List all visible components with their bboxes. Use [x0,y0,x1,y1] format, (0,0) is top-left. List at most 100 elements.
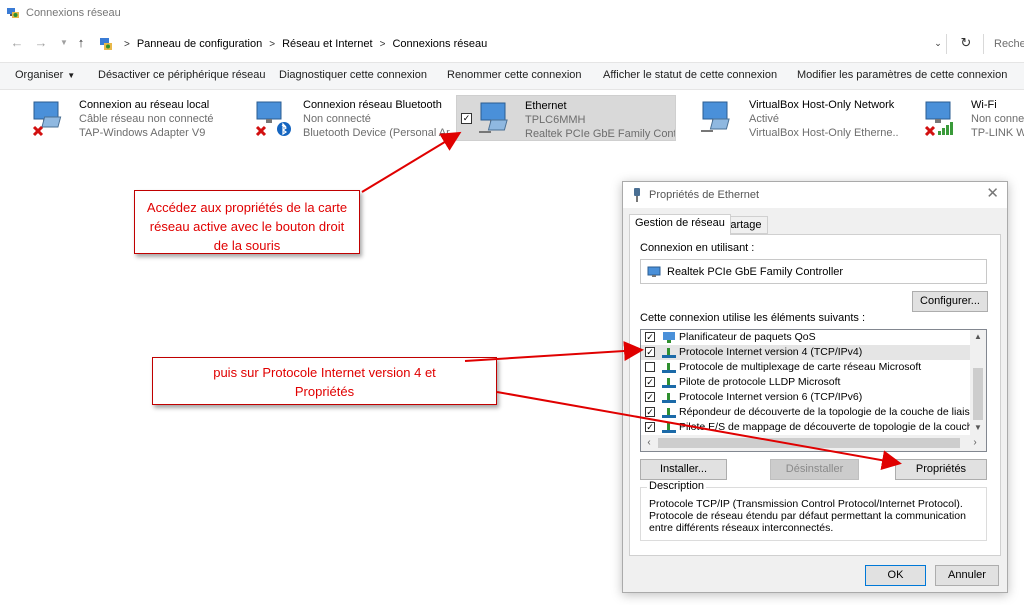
item-checkbox[interactable]: ✓ [645,407,655,417]
list-item[interactable]: ✓ Protocole Internet version 6 (TCP/IPv6… [641,390,971,405]
tab-networking[interactable]: Gestion de réseau [629,214,731,235]
scroll-thumb[interactable] [973,368,983,420]
protocol-icon [662,363,676,373]
connection-device: TAP-Windows Adapter V9 [79,127,206,139]
uninstall-button[interactable]: Désinstaller [770,459,859,480]
breadcrumb-separator-icon: > [379,38,386,50]
list-item[interactable]: ✓ Pilote E/S de mappage de découverte de… [641,420,971,435]
protocol-icon [662,423,676,433]
connection-item-wifi[interactable]: Wi-Fi Non conne TP-LINK Wi [922,95,1024,141]
properties-button[interactable]: Propriétés [895,459,987,480]
network-folder-icon [7,8,19,18]
organize-menu[interactable]: Organiser ▼ [15,69,75,81]
network-card-icon [647,266,661,277]
recent-locations-chevron-icon[interactable]: ▼ [56,35,72,51]
item-label: Pilote de protocole LLDP Microsoft [679,376,841,388]
vertical-scrollbar[interactable]: ▲ ▼ [970,330,986,435]
connection-status: TPLC6MMH [525,114,586,126]
items-label: Cette connexion utilise les éléments sui… [640,312,866,324]
item-checkbox[interactable]: ✓ [645,377,655,387]
item-label: Pilote E/S de mappage de découverte de t… [679,421,971,433]
address-divider [946,34,947,54]
adapter-field: Realtek PCIe GbE Family Controller [640,259,987,284]
close-icon[interactable]: ✕ [986,186,999,202]
bluetooth-adapter-icon [255,101,291,137]
protocol-icon [662,348,676,358]
item-label: Répondeur de découverte de la topologie … [679,406,971,418]
connection-name: Connexion réseau Bluetooth [303,99,442,111]
ethernet-adapter-icon [479,102,508,133]
breadcrumb-control-panel[interactable]: Panneau de configuration [137,38,262,50]
connection-name: VirtualBox Host-Only Network [749,99,895,111]
virtualbox-adapter-icon [701,101,730,132]
connection-status: Activé [749,113,779,125]
control-panel-icon [100,38,112,50]
connection-item-ethernet[interactable]: ✓ Ethernet TPLC6MMH Realtek PCIe GbE Fam… [456,95,676,141]
breadcrumb-separator-icon: > [124,38,130,50]
scroll-thumb[interactable] [658,438,960,448]
description-legend: Description [647,480,707,492]
connection-name: Ethernet [525,100,567,112]
description-group: Description Protocole TCP/IP (Transmissi… [640,480,987,541]
list-item[interactable]: ✓ Planificateur de paquets QoS [641,330,971,345]
screenshot-root: Connexions réseau ← → ▼ ↑ > Panneau de c… [0,0,1024,605]
connection-name: Wi-Fi [971,99,997,111]
scroll-right-icon[interactable]: › [967,435,983,451]
connect-using-label: Connexion en utilisant : [640,242,755,254]
connection-item-bluetooth[interactable]: Connexion réseau Bluetooth Non connecté … [253,95,453,141]
components-list[interactable]: ✓ Planificateur de paquets QoS ✓ Protoco… [640,329,987,452]
address-bar[interactable]: > Panneau de configuration > Réseau et I… [94,32,930,56]
install-button[interactable]: Installer... [640,459,727,480]
address-dropdown-chevron-icon[interactable]: ⌄ [931,36,945,50]
item-checkbox[interactable]: ✓ [461,113,472,124]
breadcrumb-network-connections[interactable]: Connexions réseau [392,38,487,50]
item-checkbox[interactable]: ✓ [645,422,655,432]
list-item[interactable]: ✓ Pilote de protocole LLDP Microsoft [641,375,971,390]
connection-item-virtualbox[interactable]: VirtualBox Host-Only Network Activé Virt… [699,95,899,141]
search-divider [983,34,984,54]
item-checkbox[interactable]: ✓ [645,392,655,402]
horizontal-scrollbar[interactable]: ‹ › [641,435,986,451]
connection-name: Connexion au réseau local [79,99,210,111]
up-arrow-icon[interactable]: ↑ [73,35,89,51]
cancel-button[interactable]: Annuler [935,565,999,586]
connection-item-local[interactable]: Connexion au réseau local Câble réseau n… [30,95,230,141]
window-title: Connexions réseau [26,7,121,19]
scroll-up-icon[interactable]: ▲ [970,330,986,344]
connection-device: Bluetooth Device (Personal Ar... [303,127,453,139]
connection-device: VirtualBox Host-Only Etherne... [749,127,899,139]
networking-tab-panel: Connexion en utilisant : Realtek PCIe Gb… [629,234,1001,556]
breadcrumb-network-internet[interactable]: Réseau et Internet [282,38,373,50]
dialog-title: Propriétés de Ethernet [649,189,760,201]
forward-arrow-icon[interactable]: → [33,35,49,51]
item-checkbox[interactable] [645,362,655,372]
item-checkbox[interactable]: ✓ [645,347,655,357]
connection-status: Câble réseau non connecté [79,113,214,125]
rename-button[interactable]: Renommer cette connexion [447,69,582,81]
scroll-left-icon[interactable]: ‹ [641,435,657,451]
change-settings-button[interactable]: Modifier les paramètres de cette connexi… [797,69,1007,81]
protocol-icon [662,393,676,403]
description-text: Protocole TCP/IP (Transmission Control P… [649,498,966,534]
list-item[interactable]: Protocole de multiplexage de carte résea… [641,360,971,375]
item-label: Protocole Internet version 4 (TCP/IPv4) [679,346,863,358]
view-status-button[interactable]: Afficher le statut de cette connexion [603,69,777,81]
scroll-down-icon[interactable]: ▼ [970,421,986,435]
list-item[interactable]: ✓ Répondeur de découverte de la topologi… [641,405,971,420]
disable-device-button[interactable]: Désactiver ce périphérique réseau [98,69,266,81]
configure-button[interactable]: Configurer... [912,291,988,312]
diagnose-button[interactable]: Diagnostiquer cette connexion [279,69,427,81]
ok-button[interactable]: OK [865,565,926,586]
back-arrow-icon[interactable]: ← [9,35,25,51]
search-input[interactable]: Reche [990,32,1024,56]
wifi-adapter-icon [924,101,953,137]
refresh-icon[interactable]: ↻ [957,34,975,52]
connection-status: Non conne [971,113,1024,125]
list-item[interactable]: ✓ Protocole Internet version 4 (TCP/IPv4… [641,345,971,360]
callout-properties-hint: Accédez aux propriétés de la carte résea… [134,190,360,254]
navigation-bar: ← → ▼ ↑ > Panneau de configuration > Rés… [0,30,1024,58]
item-label: Protocole Internet version 6 (TCP/IPv6) [679,391,863,403]
network-cable-icon [634,188,640,202]
item-checkbox[interactable]: ✓ [645,332,655,342]
item-label: Planificateur de paquets QoS [679,331,816,343]
